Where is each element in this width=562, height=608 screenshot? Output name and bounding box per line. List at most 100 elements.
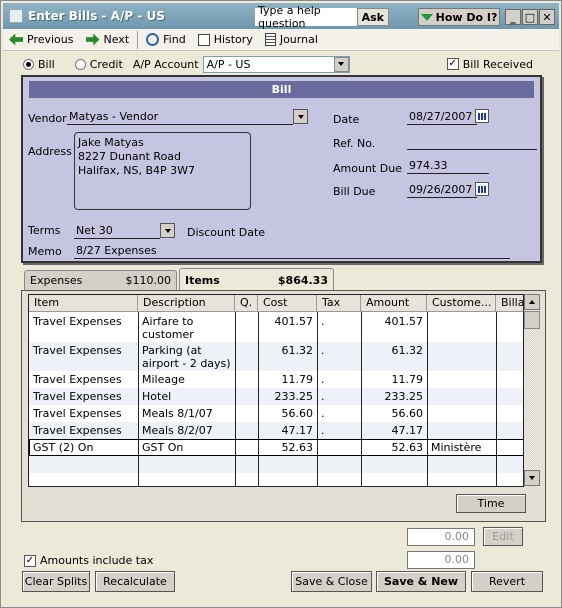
cell-description[interactable]: Hotel [138, 390, 235, 403]
amounts-include-tax-checkbox[interactable]: ✓ Amounts include tax [24, 554, 153, 567]
cell-description[interactable]: Parking (at airport - 2 days) [138, 344, 235, 370]
window-title: Enter Bills - A/P - US [28, 9, 165, 23]
cell-tax[interactable]: . [317, 407, 361, 420]
tab-items-amount: $864.33 [277, 273, 328, 287]
grid-scrollbar[interactable] [524, 294, 541, 487]
date-label: Date [333, 113, 360, 126]
cell-item[interactable]: Travel Expenses [29, 344, 138, 357]
journal-button[interactable]: Journal [259, 30, 324, 50]
column-header[interactable]: Item [29, 295, 138, 312]
next-label: Next [103, 33, 130, 46]
cell-cost[interactable]: 11.79 [258, 373, 317, 386]
cell-amount[interactable]: 56.60 [361, 407, 427, 420]
cell-cost[interactable]: 61.32 [258, 344, 317, 357]
cell-description[interactable]: Meals 8/2/07 [138, 424, 235, 437]
cell-amount[interactable]: 52.63 [361, 441, 427, 454]
calendar-icon[interactable] [475, 182, 489, 196]
address-line: 8227 Dunant Road [78, 150, 182, 163]
date-input[interactable]: 08/27/2007 [407, 109, 477, 125]
minimize-button[interactable]: _ [505, 9, 521, 25]
column-header[interactable]: Billa... [496, 295, 523, 312]
cell-amount[interactable]: 233.25 [361, 390, 427, 403]
history-button[interactable]: History [192, 30, 259, 50]
toolbar-separator [137, 30, 139, 49]
cell-item[interactable]: Travel Expenses [29, 315, 138, 328]
scroll-down-icon[interactable] [524, 470, 540, 486]
tab-expenses-amount: $110.00 [125, 274, 172, 287]
cell-cost[interactable]: 233.25 [258, 390, 317, 403]
cell-amount[interactable]: 47.17 [361, 424, 427, 437]
scroll-up-icon[interactable] [524, 294, 540, 310]
terms-input[interactable]: Net 30 [74, 223, 160, 239]
cell-item[interactable]: Travel Expenses [29, 390, 138, 403]
next-button[interactable]: Next [80, 30, 136, 50]
chevron-down-icon[interactable] [333, 56, 349, 72]
help-question-input[interactable]: Type a help question [255, 4, 357, 30]
terms-label: Terms [28, 224, 61, 237]
column-divider [258, 312, 259, 486]
cell-cost[interactable]: 401.57 [258, 315, 317, 328]
terms-dropdown-icon[interactable] [160, 223, 175, 238]
app-icon [9, 9, 23, 23]
ask-button[interactable]: Ask [356, 8, 389, 26]
cell-cost[interactable]: 56.60 [258, 407, 317, 420]
clear-splits-button[interactable]: Clear Splits [22, 571, 90, 592]
cell-cost[interactable]: 47.17 [258, 424, 317, 437]
edit-button[interactable]: Edit [483, 527, 523, 546]
vendor-input[interactable]: Matyas - Vendor [67, 109, 293, 125]
ref-no-input[interactable] [407, 134, 537, 150]
cell-amount[interactable]: 61.32 [361, 344, 427, 357]
tab-expenses-label: Expenses [30, 274, 83, 287]
cell-item[interactable]: Travel Expenses [29, 424, 138, 437]
address-box[interactable]: Jake Matyas 8227 Dunant Road Halifax, NS… [74, 132, 251, 210]
cell-item[interactable]: Travel Expenses [29, 407, 138, 420]
column-header[interactable]: Description [138, 295, 235, 312]
column-header[interactable]: Custome... [427, 295, 496, 312]
radio-unselected-icon [74, 58, 86, 70]
bill-radio[interactable]: Bill [23, 58, 55, 71]
column-header[interactable]: Cost [258, 295, 317, 312]
scroll-thumb[interactable] [524, 311, 540, 329]
cell-cost[interactable]: 52.63 [258, 441, 317, 454]
how-do-i-button[interactable]: How Do I? [418, 8, 500, 26]
close-button[interactable]: ✕ [539, 9, 555, 25]
cell-tax[interactable]: . [317, 344, 361, 357]
column-header[interactable]: Amount [361, 295, 427, 312]
address-line: Halifax, NS, B4P 3W7 [78, 164, 195, 177]
bill-received-checkbox[interactable]: ✓ Bill Received [446, 58, 533, 71]
credit-radio[interactable]: Credit [74, 57, 123, 71]
save-close-button[interactable]: Save & Close [291, 571, 372, 592]
revert-button[interactable]: Revert [471, 571, 543, 592]
time-button[interactable]: Time [456, 494, 526, 513]
previous-button[interactable]: Previous [3, 30, 80, 50]
bill-due-label: Bill Due [333, 185, 376, 198]
maximize-button[interactable]: □ [522, 9, 538, 25]
tab-expenses[interactable]: Expenses $110.00 [24, 270, 177, 290]
cell-description[interactable]: Mileage [138, 373, 235, 386]
cell-amount[interactable]: 11.79 [361, 373, 427, 386]
how-do-i-label: How Do I? [435, 10, 498, 24]
bill-form: Bill Vendor Matyas - Vendor Address Jake… [21, 75, 542, 263]
empty-row[interactable] [29, 456, 523, 486]
cell-tax[interactable]: . [317, 424, 361, 437]
find-button[interactable]: Find [140, 30, 192, 50]
bill-due-input[interactable]: 09/26/2007 [407, 182, 477, 198]
cell-amount[interactable]: 401.57 [361, 315, 427, 328]
recalculate-button[interactable]: Recalculate [95, 571, 175, 592]
ap-account-select[interactable]: A/P - US [202, 55, 350, 73]
cell-tax[interactable]: . [317, 373, 361, 386]
column-header[interactable]: Tax [317, 295, 361, 312]
credit-radio-label: Credit [89, 57, 123, 71]
column-header[interactable]: Q. [235, 295, 258, 312]
cell-description[interactable]: Airfare to customer [138, 315, 235, 341]
tab-items[interactable]: Items $864.33 [179, 268, 334, 291]
cell-tax[interactable]: . [317, 315, 361, 328]
bill-options-row: Bill Credit A/P Account A/P - US ✓ Bill … [3, 52, 559, 76]
save-new-button[interactable]: Save & New [376, 571, 466, 592]
cell-tax[interactable]: . [317, 390, 361, 403]
vendor-dropdown-icon[interactable] [293, 109, 308, 124]
cell-description[interactable]: Meals 8/1/07 [138, 407, 235, 420]
cell-item[interactable]: Travel Expenses [29, 373, 138, 386]
calendar-icon[interactable] [475, 109, 489, 123]
memo-input[interactable]: 8/27 Expenses [74, 243, 510, 259]
